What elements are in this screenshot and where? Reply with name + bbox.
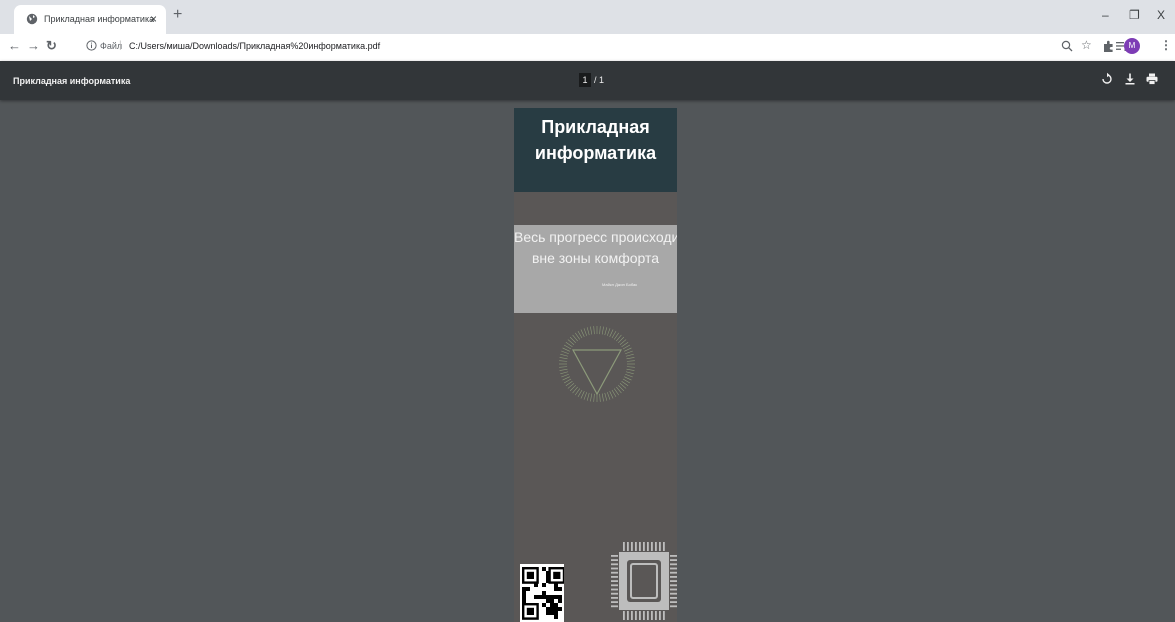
page-number-input[interactable]: 1 [579,73,591,87]
download-icon[interactable] [1123,72,1137,86]
menu-icon[interactable]: ⋮ [1160,38,1172,52]
address-input[interactable]: C:/Users/миша/Downloads/Прикладная%20инф… [129,41,380,51]
page-heading-line-2: информатика [534,143,657,163]
page-heading-line-1: Прикладная [541,117,650,137]
tab-close-button[interactable]: × [150,12,157,26]
quote-text: Весь прогресс происходит вне зоны комфор… [514,227,677,269]
bookmark-star-icon[interactable]: ☆ [1081,38,1092,52]
rotate-icon[interactable] [1100,72,1114,86]
zoom-icon[interactable] [1061,40,1073,52]
browser-toolbar: ← → ↻ Файл | C:/Users/миша/Downloads/При… [0,34,1175,60]
restore-button[interactable]: ❐ [1129,8,1140,22]
forward-button[interactable]: → [27,38,40,53]
close-window-button[interactable]: X [1157,8,1165,22]
address-separator: | [119,40,122,51]
pdf-page: Прикладная информатика Весь прогресс про… [514,108,677,622]
back-button[interactable]: ← [8,38,21,53]
pdf-toolbar: Прикладная информатика 1 / 1 [0,61,1175,100]
quote-box: Весь прогресс происходит вне зоны комфор… [514,225,677,313]
document-title: Прикладная информатика [13,76,131,86]
qr-code-icon [520,564,564,622]
triangle-rays-illustration [559,326,635,402]
quote-line-2: вне зоны комфорта [531,250,660,266]
browser-tab[interactable]: Прикладная информатика × [14,5,166,34]
microchip-icon [611,542,677,620]
quote-line-1: Весь прогресс происходит [514,229,677,245]
minimize-button[interactable]: – [1102,8,1109,22]
info-icon[interactable] [86,40,97,51]
reload-button[interactable]: ↻ [46,38,57,54]
pdf-viewer: Прикладная информатика 1 / 1 Прикладная … [0,61,1175,622]
page-total: / 1 [594,75,605,85]
quote-author: Майкл Джон Бобак [602,282,638,287]
print-icon[interactable] [1145,72,1159,86]
globe-icon [26,13,38,25]
tab-title: Прикладная информатика [44,14,155,24]
page-heading: Прикладная информатика [514,108,677,192]
new-tab-button[interactable]: + [173,6,182,24]
extensions-icon[interactable] [1102,40,1114,52]
tab-strip: Прикладная информатика × + – ❐ X [0,0,1175,34]
profile-avatar[interactable]: M [1124,38,1140,54]
